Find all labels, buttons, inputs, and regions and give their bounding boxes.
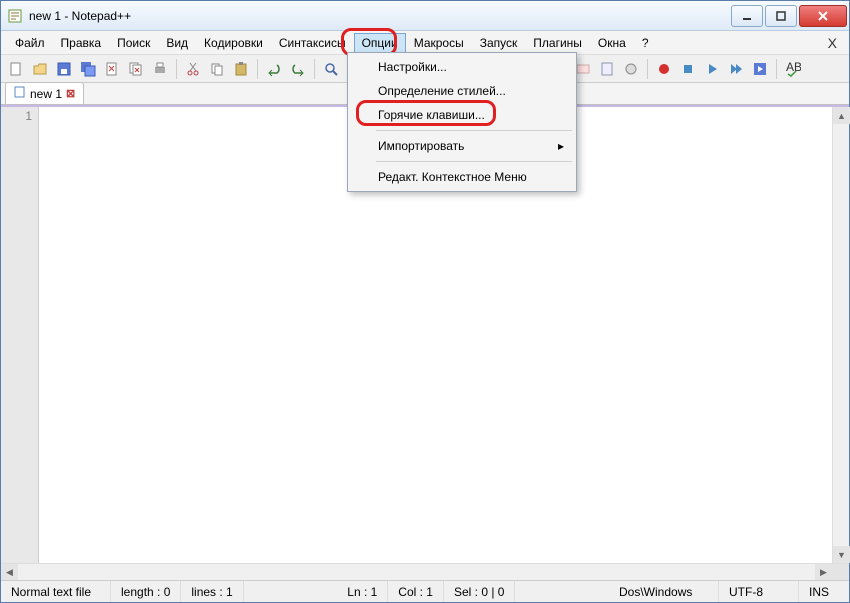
options-dropdown: Настройки... Определение стилей... Горяч… bbox=[347, 52, 577, 192]
svg-text:ABC: ABC bbox=[786, 61, 801, 74]
open-icon[interactable] bbox=[29, 58, 51, 80]
dropdown-item-label: Импортировать bbox=[378, 139, 464, 153]
status-length: length : 0 bbox=[111, 581, 181, 602]
status-mode[interactable]: INS bbox=[799, 581, 849, 602]
new-icon[interactable] bbox=[5, 58, 27, 80]
tab-close-icon[interactable]: ⊠ bbox=[66, 87, 75, 100]
tab-label: new 1 bbox=[30, 87, 62, 101]
scroll-left-icon[interactable]: ◀ bbox=[1, 564, 18, 581]
app-window: new 1 - Notepad++ Файл Правка Поиск Вид … bbox=[0, 0, 850, 603]
macro-save-icon[interactable] bbox=[749, 58, 771, 80]
dropdown-item-label: Определение стилей... bbox=[378, 84, 506, 98]
dropdown-shortcut-mapper[interactable]: Горячие клавиши... bbox=[350, 103, 574, 127]
scrollbar-corner bbox=[832, 564, 849, 580]
menu-search[interactable]: Поиск bbox=[109, 33, 158, 53]
menu-help[interactable]: ? bbox=[634, 33, 657, 53]
toolbar-separator bbox=[257, 59, 258, 79]
macro-stop-icon[interactable] bbox=[677, 58, 699, 80]
redo-icon[interactable] bbox=[287, 58, 309, 80]
dropdown-item-label: Горячие клавиши... bbox=[378, 108, 485, 122]
toolbar-separator bbox=[176, 59, 177, 79]
tab-file-icon bbox=[14, 86, 26, 101]
menu-options[interactable]: Опции bbox=[354, 33, 406, 53]
minimize-button[interactable] bbox=[731, 5, 763, 27]
submenu-arrow-icon: ▸ bbox=[558, 139, 564, 153]
menu-run[interactable]: Запуск bbox=[472, 33, 526, 53]
status-encoding[interactable]: UTF-8 bbox=[719, 581, 799, 602]
scroll-down-icon[interactable]: ▼ bbox=[833, 546, 850, 563]
scroll-track[interactable] bbox=[833, 124, 849, 546]
status-filetype: Normal text file bbox=[1, 581, 111, 602]
status-eol[interactable]: Dos\Windows bbox=[609, 581, 719, 602]
undo-icon[interactable] bbox=[263, 58, 285, 80]
window-buttons bbox=[729, 5, 847, 27]
macro-record-icon[interactable] bbox=[653, 58, 675, 80]
save-icon[interactable] bbox=[53, 58, 75, 80]
print-icon[interactable] bbox=[149, 58, 171, 80]
macro-play-icon[interactable] bbox=[701, 58, 723, 80]
toolbar-separator bbox=[314, 59, 315, 79]
titlebar: new 1 - Notepad++ bbox=[1, 1, 849, 31]
scroll-track[interactable] bbox=[18, 564, 815, 580]
copy-icon[interactable] bbox=[206, 58, 228, 80]
scroll-right-icon[interactable]: ▶ bbox=[815, 564, 832, 581]
maximize-button[interactable] bbox=[765, 5, 797, 27]
dropdown-edit-context-menu[interactable]: Редакт. Контекстное Меню bbox=[350, 165, 574, 189]
func-list-icon[interactable] bbox=[620, 58, 642, 80]
status-ln: Ln : 1 bbox=[337, 581, 388, 602]
window-title: new 1 - Notepad++ bbox=[29, 9, 729, 23]
dropdown-style-configurator[interactable]: Определение стилей... bbox=[350, 79, 574, 103]
scroll-up-icon[interactable]: ▲ bbox=[833, 107, 850, 124]
line-number: 1 bbox=[1, 109, 32, 123]
status-lines: lines : 1 bbox=[181, 581, 243, 602]
spellcheck-icon[interactable]: ABC bbox=[782, 58, 804, 80]
status-sel: Sel : 0 | 0 bbox=[444, 581, 515, 602]
paste-icon[interactable] bbox=[230, 58, 252, 80]
doc-map-icon[interactable] bbox=[596, 58, 618, 80]
menu-plugins[interactable]: Плагины bbox=[525, 33, 590, 53]
statusbar: Normal text file length : 0 lines : 1 Ln… bbox=[1, 580, 849, 602]
dropdown-import[interactable]: Импортировать ▸ bbox=[350, 134, 574, 158]
close-all-icon[interactable] bbox=[125, 58, 147, 80]
menubar-close-x[interactable]: X bbox=[822, 35, 843, 51]
line-number-gutter: 1 bbox=[1, 107, 39, 563]
close-file-icon[interactable] bbox=[101, 58, 123, 80]
dropdown-preferences[interactable]: Настройки... bbox=[350, 55, 574, 79]
dropdown-item-label: Редакт. Контекстное Меню bbox=[378, 170, 527, 184]
save-all-icon[interactable] bbox=[77, 58, 99, 80]
menu-encoding[interactable]: Кодировки bbox=[196, 33, 271, 53]
menu-view[interactable]: Вид bbox=[158, 33, 196, 53]
menu-syntax[interactable]: Синтаксисы bbox=[271, 33, 354, 53]
macro-play-multi-icon[interactable] bbox=[725, 58, 747, 80]
cut-icon[interactable] bbox=[182, 58, 204, 80]
status-col: Col : 1 bbox=[388, 581, 444, 602]
menu-edit[interactable]: Правка bbox=[53, 33, 110, 53]
horizontal-scrollbar[interactable]: ◀ ▶ bbox=[1, 563, 849, 580]
toolbar-separator bbox=[776, 59, 777, 79]
menu-macros[interactable]: Макросы bbox=[406, 33, 472, 53]
dropdown-separator bbox=[376, 161, 572, 162]
menu-file[interactable]: Файл bbox=[7, 33, 53, 53]
close-button[interactable] bbox=[799, 5, 847, 27]
app-icon bbox=[7, 8, 23, 24]
dropdown-item-label: Настройки... bbox=[378, 60, 447, 74]
vertical-scrollbar[interactable]: ▲ ▼ bbox=[832, 107, 849, 563]
dropdown-separator bbox=[376, 130, 572, 131]
document-tab[interactable]: new 1 ⊠ bbox=[5, 82, 84, 104]
toolbar-separator bbox=[647, 59, 648, 79]
menu-windows[interactable]: Окна bbox=[590, 33, 634, 53]
find-icon[interactable] bbox=[320, 58, 342, 80]
